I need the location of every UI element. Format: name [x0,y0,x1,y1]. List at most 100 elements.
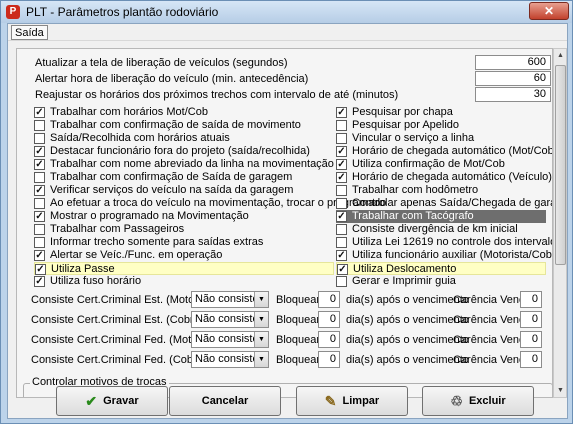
right-checkbox-row[interactable]: Controlar apenas Saída/Chegada de garage… [336,197,552,210]
checked-checkbox-icon[interactable]: ✓ [34,211,45,222]
limpar-label: Limpar [342,395,380,407]
chevron-down-icon[interactable]: ▼ [254,332,268,347]
bloquear-days-input[interactable]: 0 [318,291,340,308]
consiste-select[interactable]: Não consiste ▼ [191,351,269,368]
scroll-up-icon[interactable]: ▲ [555,50,566,62]
carencia-input[interactable]: 0 [520,331,542,348]
left-checkbox-row[interactable]: ✓ Alertar se Veíc./Func. em operação [34,249,334,262]
unchecked-checkbox-icon[interactable] [34,224,45,235]
checked-checkbox-icon[interactable]: ✓ [336,211,347,222]
checked-checkbox-icon[interactable]: ✓ [337,264,348,275]
left-checkbox-row[interactable]: Ao efetuar a troca do veículo na movimen… [34,197,386,210]
title-bar[interactable]: P PLT - Parâmetros plantão rodoviário ✕ [1,1,572,23]
consiste-select-value: Não consiste [195,353,259,365]
left-checkbox-row[interactable]: ✓ Utiliza fuso horário [34,275,334,288]
right-checkbox-row[interactable]: ✓ Utiliza funcionário auxiliar (Motorista… [336,249,552,262]
consiste-select-value: Não consiste [195,333,259,345]
carencia-input[interactable]: 0 [520,311,542,328]
left-checkbox-row[interactable]: Trabalhar com confirmação de Saída de ga… [34,171,334,184]
menu-saida[interactable]: Saída [11,25,48,40]
checkbox-label: Alertar se Veíc./Func. em operação [50,249,223,261]
bloquear-label: Bloquear [276,294,321,306]
field-value-input[interactable]: 60 [475,71,551,86]
checked-checkbox-icon[interactable]: ✓ [34,107,45,118]
unchecked-checkbox-icon[interactable] [34,237,45,248]
checkbox-label: Destacar funcionário fora do projeto (sa… [50,145,310,157]
checked-checkbox-icon[interactable]: ✓ [34,250,45,261]
left-checkbox-row[interactable]: ✓ Utiliza Passe [34,262,334,275]
carencia-input[interactable]: 0 [520,351,542,368]
left-checkbox-row[interactable]: Trabalhar com Passageiros [34,223,334,236]
checked-checkbox-icon[interactable]: ✓ [35,264,46,275]
right-checkbox-row[interactable]: ✓ Horário de chegada automático (Mot/Cob) [336,145,552,158]
checked-checkbox-icon[interactable]: ✓ [336,172,347,183]
criminal-cert-row: Consiste Cert.Criminal Est. (Motorista) N… [31,291,546,309]
unchecked-checkbox-icon[interactable] [336,276,347,287]
left-checkbox-row[interactable]: ✓ Trabalhar com horários Mot/Cob [34,106,334,119]
close-button[interactable]: ✕ [529,2,569,20]
right-checkbox-row[interactable]: Vincular o serviço a linha [336,132,546,145]
checked-checkbox-icon[interactable]: ✓ [336,159,347,170]
right-checkbox-row[interactable]: Gerar e Imprimir guia [336,275,546,288]
right-checkbox-row[interactable]: ✓ Pesquisar por chapa [336,106,546,119]
right-checkbox-row[interactable]: ✓ Horário de chegada automático (Veículo) [336,171,552,184]
left-checkbox-row[interactable]: Informar trecho somente para saídas extr… [34,236,334,249]
consiste-select[interactable]: Não consiste ▼ [191,291,269,308]
bloquear-days-input[interactable]: 0 [318,331,340,348]
chevron-down-icon[interactable]: ▼ [254,292,268,307]
checked-checkbox-icon[interactable]: ✓ [336,250,347,261]
right-checkbox-row[interactable]: Utiliza Lei 12619 no controle dos interv… [336,236,552,249]
scroll-thumb[interactable] [555,65,566,265]
limpar-button[interactable]: ✎ Limpar [296,386,408,416]
right-checkbox-row[interactable]: ✓ Utiliza confirmação de Mot/Cob [336,158,546,171]
cancelar-label: Cancelar [201,395,249,407]
excluir-button[interactable]: ♲ Excluir [422,386,534,416]
right-checkbox-row[interactable]: Trabalhar com hodômetro [336,184,546,197]
field-value-input[interactable]: 30 [475,87,551,102]
left-checkbox-row[interactable]: Saída/Recolhida com horários atuais [34,132,334,145]
bloquear-days-input[interactable]: 0 [318,351,340,368]
unchecked-checkbox-icon[interactable] [336,198,347,209]
unchecked-checkbox-icon[interactable] [336,185,347,196]
field-value-input[interactable]: 600 [475,55,551,70]
unchecked-checkbox-icon[interactable] [34,172,45,183]
checked-checkbox-icon[interactable]: ✓ [336,107,347,118]
chevron-down-icon[interactable]: ▼ [254,312,268,327]
unchecked-checkbox-icon[interactable] [34,120,45,131]
bloquear-label: Bloquear [276,354,321,366]
carencia-input[interactable]: 0 [520,291,542,308]
checkbox-label: Trabalhar com Passageiros [50,223,185,235]
checked-checkbox-icon[interactable]: ✓ [34,276,45,287]
left-checkbox-row[interactable]: ✓ Mostrar o programado na Movimentação [34,210,334,223]
unchecked-checkbox-icon[interactable] [336,224,347,235]
unchecked-checkbox-icon[interactable] [336,237,347,248]
consiste-select[interactable]: Não consiste ▼ [191,311,269,328]
unchecked-checkbox-icon[interactable] [336,133,347,144]
trash-icon: ♲ [450,393,463,410]
gravar-button[interactable]: ✔ Gravar [56,386,168,416]
scroll-down-icon[interactable]: ▼ [555,385,566,397]
vertical-scrollbar[interactable]: ▲ ▼ [553,48,567,398]
consiste-select[interactable]: Não consiste ▼ [191,331,269,348]
client-area: Saída Atualizar a tela de liberação de v… [7,23,568,419]
cancelar-button[interactable]: Cancelar [169,386,281,416]
unchecked-checkbox-icon[interactable] [34,198,45,209]
unchecked-checkbox-icon[interactable] [336,120,347,131]
app-window: P PLT - Parâmetros plantão rodoviário ✕ … [0,0,573,424]
unchecked-checkbox-icon[interactable] [34,133,45,144]
right-checkbox-row[interactable]: ✓ Utiliza Deslocamento [336,262,546,275]
left-checkbox-row[interactable]: Trabalhar com confirmação de saída de mo… [34,119,334,132]
right-checkbox-row[interactable]: Consiste divergência de km inicial [336,223,546,236]
checked-checkbox-icon[interactable]: ✓ [336,146,347,157]
left-checkbox-row[interactable]: ✓ Verificar serviços do veículo na saída … [34,184,334,197]
criminal-cert-row: Consiste Cert.Criminal Est. (Cobrador) Nã… [31,311,546,329]
checked-checkbox-icon[interactable]: ✓ [34,185,45,196]
right-checkbox-row[interactable]: Pesquisar por Apelido [336,119,546,132]
checked-checkbox-icon[interactable]: ✓ [34,159,45,170]
right-checkbox-row[interactable]: ✓ Trabalhar com Tacógrafo [336,210,546,223]
left-checkbox-row[interactable]: ✓ Destacar funcionário fora do projeto (s… [34,145,334,158]
checked-checkbox-icon[interactable]: ✓ [34,146,45,157]
bloquear-days-input[interactable]: 0 [318,311,340,328]
left-checkbox-row[interactable]: ✓ Trabalhar com nome abreviado da linha n… [34,158,334,171]
chevron-down-icon[interactable]: ▼ [254,352,268,367]
